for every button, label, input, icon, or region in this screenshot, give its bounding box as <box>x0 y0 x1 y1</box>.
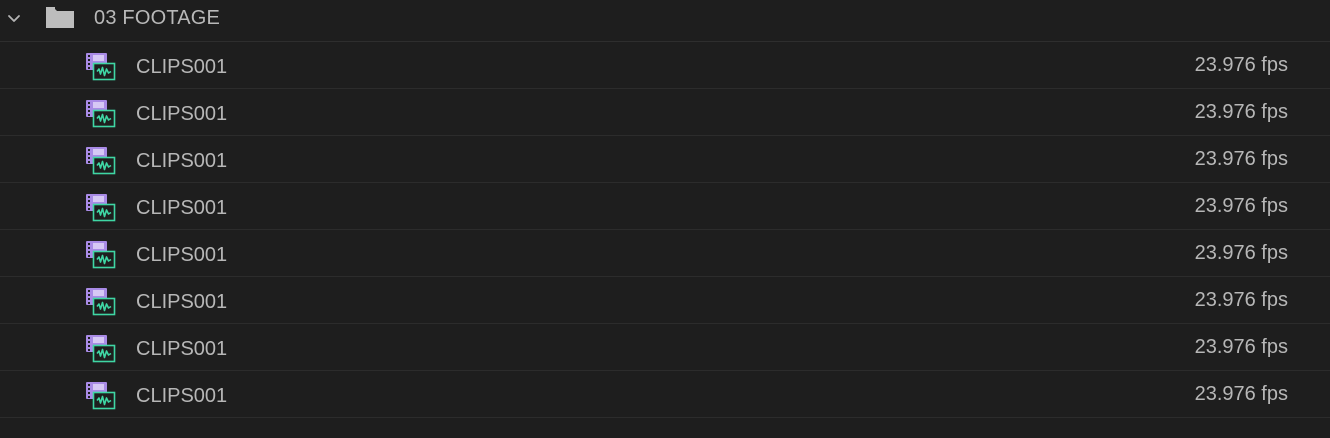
clip-frame-rate: 23.976 fps <box>1194 242 1288 264</box>
clip-name: CLIPS001 <box>136 103 228 125</box>
project-panel: 03 FOOTAGE CLIPS001 23.976 fps CLIPS001 … <box>0 0 1330 438</box>
clip-name: CLIPS001 <box>136 197 228 219</box>
video-audio-clip-icon <box>85 52 117 82</box>
clip-frame-rate: 23.976 fps <box>1194 336 1288 358</box>
folder-name: 03 FOOTAGE <box>94 7 221 29</box>
chevron-down-icon[interactable] <box>4 9 24 29</box>
clip-frame-rate: 23.976 fps <box>1194 101 1288 123</box>
clip-name: CLIPS001 <box>136 338 228 360</box>
clip-frame-rate: 23.976 fps <box>1194 54 1288 76</box>
clip-name: CLIPS001 <box>136 56 228 78</box>
video-audio-clip-icon <box>85 146 117 176</box>
clip-frame-rate: 23.976 fps <box>1194 148 1288 170</box>
clip-row[interactable]: CLIPS001 23.976 fps <box>0 89 1330 136</box>
video-audio-clip-icon <box>85 99 117 129</box>
clip-list: CLIPS001 23.976 fps CLIPS001 23.976 fps <box>0 42 1330 418</box>
video-audio-clip-icon <box>85 287 117 317</box>
clip-name: CLIPS001 <box>136 244 228 266</box>
clip-name: CLIPS001 <box>136 385 228 407</box>
clip-frame-rate: 23.976 fps <box>1194 195 1288 217</box>
clip-frame-rate: 23.976 fps <box>1194 383 1288 405</box>
clip-name: CLIPS001 <box>136 150 228 172</box>
clip-row[interactable]: CLIPS001 23.976 fps <box>0 136 1330 183</box>
video-audio-clip-icon <box>85 381 117 411</box>
clip-row[interactable]: CLIPS001 23.976 fps <box>0 230 1330 277</box>
clip-row[interactable]: CLIPS001 23.976 fps <box>0 42 1330 89</box>
video-audio-clip-icon <box>85 240 117 270</box>
clip-row[interactable]: CLIPS001 23.976 fps <box>0 324 1330 371</box>
clip-frame-rate: 23.976 fps <box>1194 289 1288 311</box>
folder-icon <box>45 7 75 29</box>
video-audio-clip-icon <box>85 334 117 364</box>
clip-row[interactable]: CLIPS001 23.976 fps <box>0 371 1330 418</box>
folder-row-03-footage[interactable]: 03 FOOTAGE <box>0 0 1330 42</box>
clip-row[interactable]: CLIPS001 23.976 fps <box>0 277 1330 324</box>
video-audio-clip-icon <box>85 193 117 223</box>
clip-row[interactable]: CLIPS001 23.976 fps <box>0 183 1330 230</box>
clip-name: CLIPS001 <box>136 291 228 313</box>
